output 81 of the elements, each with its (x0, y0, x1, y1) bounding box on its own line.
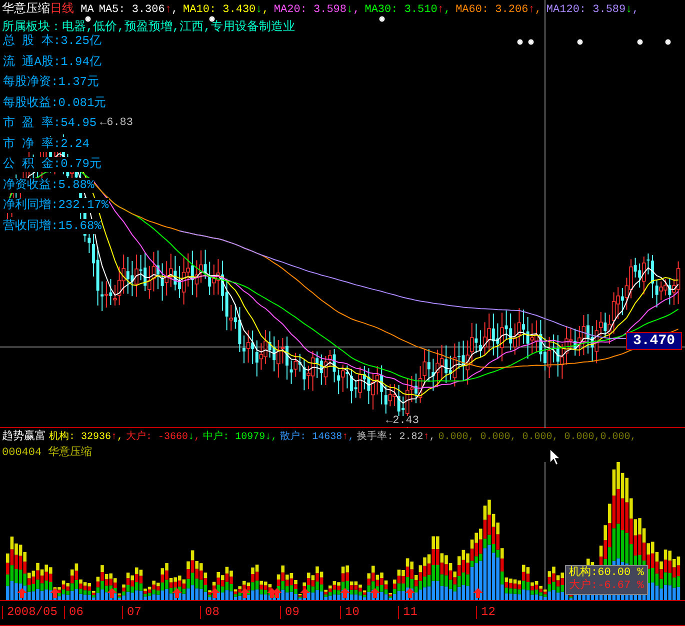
star-marker-icon (664, 38, 672, 46)
indicator-name: MA (80, 4, 94, 16)
indicator-value: 大户: -3660 (126, 432, 188, 443)
ma-value: MA10: 3.430 (183, 4, 256, 16)
axis-label: 07 (122, 606, 142, 620)
separator: , (262, 4, 269, 16)
cursor-icon (549, 448, 561, 466)
axis-label: 10 (340, 606, 360, 620)
trend-arrow-icon: ↑ (164, 4, 172, 16)
up-arrow-icon (172, 588, 182, 598)
indicator-value: 机构: 32936 (49, 432, 112, 443)
indicator-value: 中户: 10979 (203, 432, 266, 443)
low-price-marker: ←2.43 (386, 416, 420, 427)
trend-arrow-icon: ↑ (423, 432, 430, 443)
fundamental-text: 每股净资:1.37元 (3, 75, 100, 90)
up-arrow-icon (340, 588, 350, 598)
indicator-name: 趋势赢富 (2, 431, 46, 443)
separator: , (444, 4, 451, 16)
fundamental-text: 流 通A股:1.94亿 (3, 54, 102, 70)
fundamental-text: 每股收益:0.081元 (3, 96, 106, 110)
indicator-value: 换手率: 2.82 (357, 432, 424, 443)
axis-label: 08 (200, 606, 220, 620)
separator: , (271, 432, 278, 443)
axis-label: 09 (280, 606, 300, 620)
sector-text: 所属板块：电器,低价,预盈预增,江西,专用设备制造业 (2, 21, 295, 33)
trend-arrow-icon: ↓ (626, 4, 632, 16)
separator: , (534, 4, 542, 16)
separator: , (194, 432, 200, 443)
up-arrow-icon (240, 588, 250, 598)
trend-arrow-icon: ↓ (188, 432, 194, 443)
period-label: 日线 (50, 2, 74, 16)
fundamental-text: 总 股 本:3.25亿 (3, 34, 102, 49)
fundamental-text: 净利同增:232.17% (3, 198, 109, 213)
trend-arrow-icon: ↓ (346, 4, 354, 16)
up-arrow-icon (405, 588, 415, 598)
indicator-values: 0.000, 0.000, 0.000, 0.000,0.000, (438, 432, 636, 443)
up-arrow-icon (107, 588, 117, 598)
ma-value: MA120: 3.589 (546, 4, 626, 16)
up-arrow-icon (17, 588, 27, 598)
star-marker-icon (527, 38, 535, 46)
trend-arrow-icon: ↓ (265, 432, 272, 443)
up-arrow-icon (300, 588, 310, 598)
ma-value: MA20: 3.598 (274, 4, 347, 16)
tooltip-text: 机构:60.00 % (569, 567, 644, 579)
up-arrow-icon (210, 588, 220, 598)
indicator-value: 散户: 14638 (280, 432, 342, 443)
axis-label: 2008/05 (2, 606, 58, 620)
separator: , (353, 4, 360, 16)
price-label: 3.470 (626, 332, 682, 350)
stock-code-name: 000404 华意压缩 (2, 448, 92, 459)
separator: , (429, 432, 436, 443)
up-arrow-icon (50, 588, 60, 598)
star-marker-icon (84, 15, 92, 23)
fundamental-text: 市 净 率:2.24 (3, 136, 90, 152)
star-marker-icon (576, 38, 584, 46)
fundamental-text: 公 积 金:0.79元 (3, 157, 102, 172)
separator: , (117, 432, 124, 443)
axis-label: 11 (398, 606, 418, 620)
ma-value: MA60: 3.206 (456, 4, 528, 16)
star-marker-icon (636, 38, 644, 46)
separator: , (348, 432, 354, 443)
trend-arrow-icon: ↑ (111, 432, 118, 443)
fundamental-text: 净资收益:5.88% (3, 178, 94, 192)
up-arrow-icon (370, 588, 380, 598)
axis-label: 06 (64, 606, 84, 620)
high-price-marker: ←6.83 (100, 118, 134, 129)
axis-label: 12 (476, 606, 496, 620)
tooltip-text: 大户:-6.67 % (569, 580, 644, 593)
star-marker-icon (378, 15, 386, 23)
trend-arrow-icon: ↓ (256, 4, 262, 16)
fundamental-text: 营收同增:15.68% (3, 218, 102, 234)
up-arrow-icon (473, 588, 483, 598)
star-marker-icon (516, 38, 524, 46)
stock-name: 华意压缩 (2, 2, 50, 16)
trend-arrow-icon: ↑ (528, 4, 535, 16)
trend-arrow-icon: ↑ (437, 4, 444, 16)
ma-value: MA5: 3.306 (98, 4, 165, 16)
separator: , (171, 4, 178, 16)
trend-arrow-icon: ↑ (342, 432, 348, 443)
ma-value: MA30: 3.510 (364, 4, 438, 16)
separator: , (632, 4, 639, 16)
